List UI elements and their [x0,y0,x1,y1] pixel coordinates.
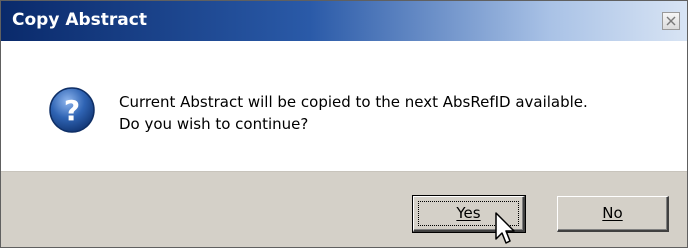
title-bar[interactable]: Copy Abstract [1,1,687,41]
button-bar: Yes No [1,171,687,247]
message-line-2: Do you wish to continue? [119,115,309,133]
question-icon: ? [49,87,95,133]
yes-button-label: Yes [456,204,481,222]
dialog-title: Copy Abstract [12,10,147,30]
svg-text:?: ? [64,94,80,127]
close-button[interactable] [662,12,680,30]
dialog-body: ? Current Abstract will be copied to the… [1,41,687,171]
copy-abstract-dialog: Copy Abstract ? Current Abstract will be… [0,0,688,248]
no-button-label: No [602,204,623,222]
close-icon [666,16,676,26]
mouse-pointer-icon [495,212,515,244]
no-button[interactable]: No [557,196,669,232]
dialog-message: Current Abstract will be copied to the n… [119,91,588,135]
message-line-1: Current Abstract will be copied to the n… [119,93,588,111]
